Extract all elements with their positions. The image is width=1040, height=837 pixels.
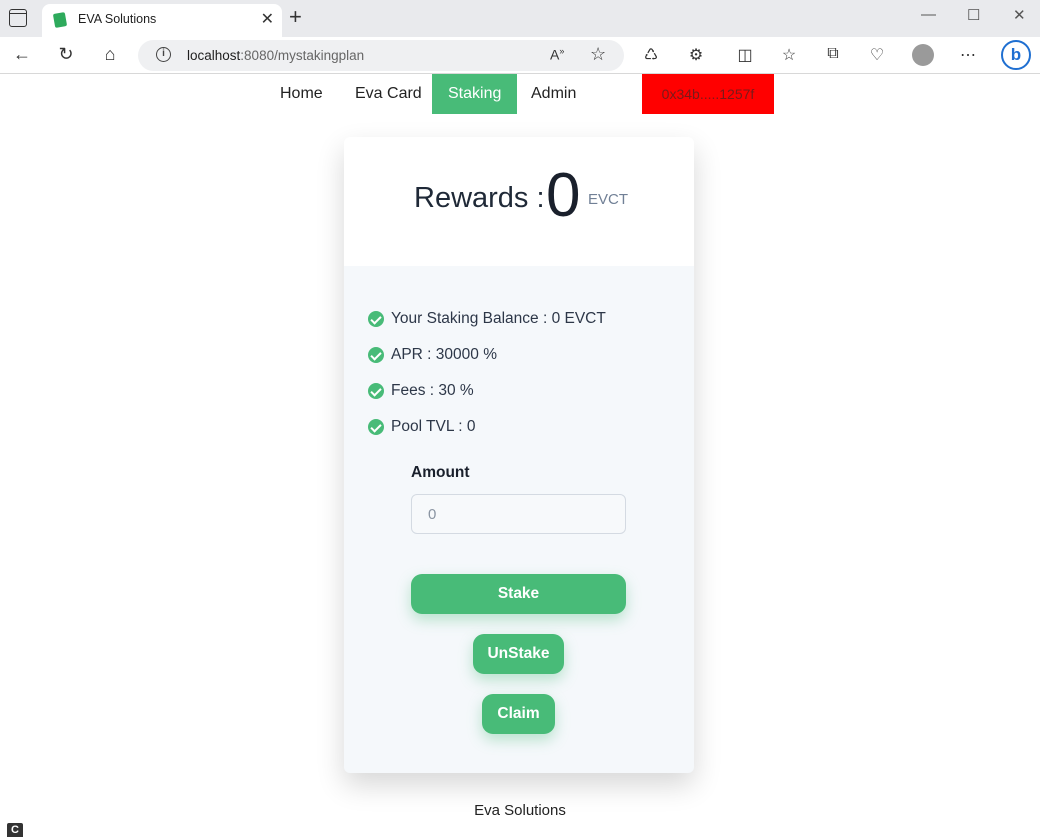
page-content: Home Eva Card Staking Admin 0x34b.....12… [0,74,1040,837]
extensions-icon[interactable]: ⚙ [685,45,707,65]
claim-button[interactable]: Claim [482,694,555,734]
tab-title: EVA Solutions [78,12,157,26]
browser-essentials-icon[interactable]: ♡ [866,45,888,65]
close-tab-icon[interactable]: ✕ [261,9,274,29]
url-text[interactable]: localhost:8080/mystakingplan [187,48,364,63]
staking-card: Rewards : 0 EVCT Your Staking Balance : … [344,137,694,773]
nav-staking[interactable]: Staking [432,74,518,114]
collections-icon[interactable]: ⧉ [822,45,844,63]
check-circle-icon [368,419,384,435]
site-favicon-icon [52,12,68,28]
wallet-address-button[interactable]: 0x34b.....1257f [642,74,774,114]
amount-label: Amount [411,464,470,481]
recycle-icon[interactable]: ♺ [640,45,662,65]
address-bar[interactable]: i localhost:8080/mystakingplan A» ☆ [138,40,624,71]
maximize-icon[interactable]: ☐ [967,6,980,24]
check-circle-icon [368,311,384,327]
footer-text: Eva Solutions [474,802,566,819]
profile-avatar[interactable] [912,44,934,66]
browser-tab-bar: EVA Solutions ✕ + — ☐ ✕ [0,0,1040,37]
nav-eva-card[interactable]: Eva Card [339,74,438,114]
unstake-button[interactable]: UnStake [473,634,564,674]
new-tab-icon[interactable]: + [289,4,302,30]
home-icon[interactable]: ⌂ [99,44,121,65]
browser-tab[interactable]: EVA Solutions ✕ [42,4,282,37]
stake-button[interactable]: Stake [411,574,626,614]
rewards-label: Rewards : [414,182,545,214]
read-aloud-icon[interactable]: A» [550,46,564,63]
check-circle-icon [368,383,384,399]
copilot-icon[interactable]: b [1001,40,1031,70]
nav-admin[interactable]: Admin [515,74,592,114]
refresh-icon[interactable]: ↻ [55,44,77,65]
favorite-star-icon[interactable]: ☆ [590,44,606,65]
nav-home[interactable]: Home [264,74,339,114]
rewards-unit: EVCT [588,191,629,208]
close-window-icon[interactable]: ✕ [1013,6,1026,24]
check-circle-icon [368,347,384,363]
back-icon[interactable]: ← [11,44,33,65]
tab-actions-icon[interactable] [9,9,27,27]
more-menu-icon[interactable]: ⋯ [957,45,979,65]
rewards-value: 0 [546,161,581,230]
rewards-header: Rewards : 0 EVCT [344,137,694,266]
favorites-icon[interactable]: ☆ [778,45,800,65]
corner-badge-icon: C [7,823,23,837]
split-screen-icon[interactable]: ◫ [734,45,756,65]
minimize-icon[interactable]: — [921,6,936,23]
amount-input[interactable] [411,494,626,534]
site-info-icon[interactable]: i [156,47,171,62]
browser-toolbar: ← ↻ ⌂ i localhost:8080/mystakingplan A» … [0,37,1040,74]
